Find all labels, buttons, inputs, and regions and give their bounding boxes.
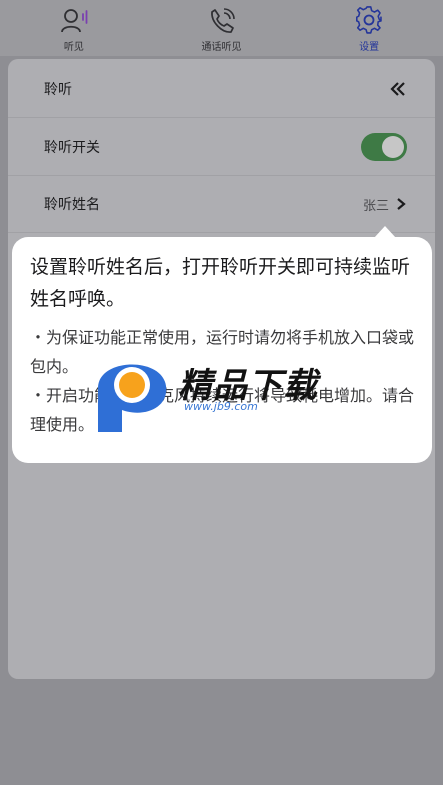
tab-call-listen[interactable]: 通话听见 [148,0,296,56]
background-area [0,680,443,785]
tab-label: 通话听见 [201,42,242,53]
name-value-group: 张三 [363,195,407,214]
gear-icon [356,6,382,34]
listen-name-row[interactable]: 聆听姓名 张三 [8,176,435,233]
tooltip-arrow [374,226,396,238]
tab-label: 设置 [359,42,380,53]
person-voice-icon [60,9,88,33]
bottom-tab-bar: 听见 通话听见 设置 [0,0,443,56]
listen-section-header[interactable]: 聆听 [8,61,435,118]
tab-label: 听见 [63,42,84,53]
toggle-label: 聆听开关 [44,140,100,156]
section-title: 聆听 [44,82,72,98]
name-value: 张三 [362,198,389,214]
phone-call-icon [210,8,235,33]
double-chevron-left-icon[interactable] [389,80,407,98]
tab-settings[interactable]: 设置 [295,0,443,56]
toggle-knob [382,136,404,158]
name-label: 聆听姓名 [44,197,100,213]
listen-toggle[interactable] [361,133,407,161]
listen-toggle-row: 聆听开关 [8,119,435,176]
watermark-url: www.jb9.com [184,400,258,413]
watermark: 精品下载 www.jb9.com [92,348,352,434]
tab-listen[interactable]: 听见 [0,0,148,56]
chevron-right-icon [397,198,406,210]
tooltip-main-text: 设置聆听姓名后，打开聆听开关即可持续监听姓名呼唤。 [30,256,411,310]
watermark-logo-icon [98,364,167,432]
